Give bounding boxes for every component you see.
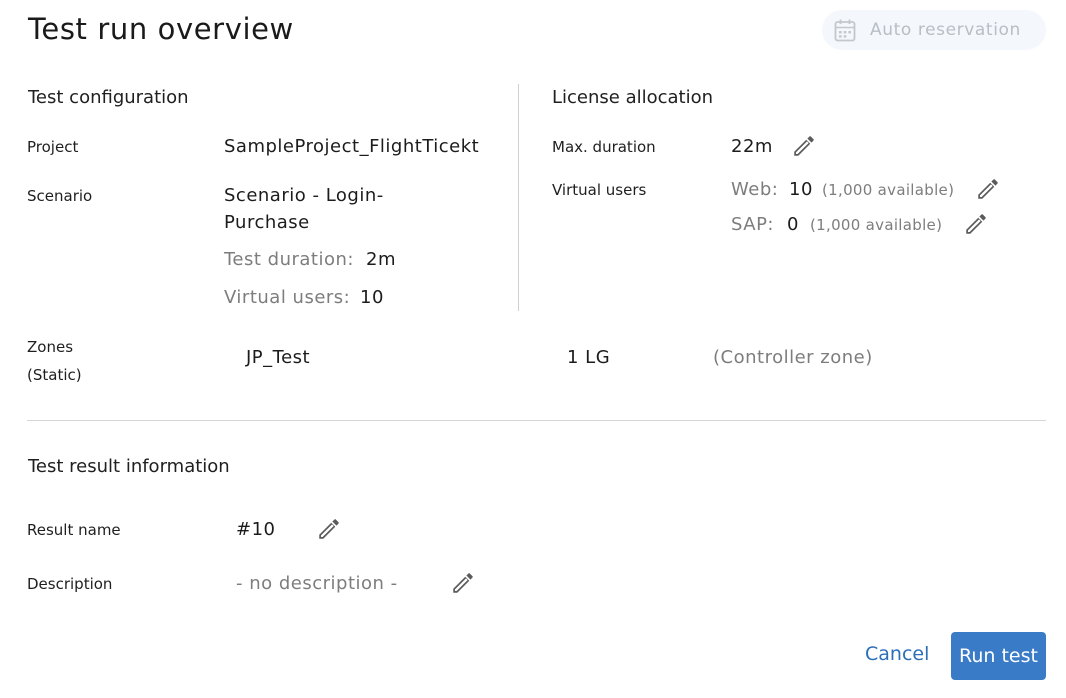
scenario-value-line2: Purchase xyxy=(224,212,310,233)
test-duration-value: 2m xyxy=(366,249,396,270)
calendar-icon xyxy=(834,19,856,42)
auto-reservation-button[interactable]: Auto reservation xyxy=(822,10,1046,50)
description-value: - no description - xyxy=(236,573,398,594)
page-title: Test run overview xyxy=(28,12,294,46)
edit-description-pencil-icon[interactable] xyxy=(450,570,476,596)
zones-sublabel: (Static) xyxy=(27,366,82,384)
zones-label: Zones xyxy=(27,338,74,356)
test-configuration-heading: Test configuration xyxy=(28,87,189,108)
zone-lg-count: 1 LG xyxy=(567,347,611,368)
sap-label: SAP: xyxy=(731,214,774,235)
virtual-users-value: 10 xyxy=(360,287,384,308)
virtual-users-license-label: Virtual users xyxy=(552,181,647,199)
section-divider xyxy=(27,420,1046,421)
cancel-button[interactable]: Cancel xyxy=(865,643,929,665)
run-test-button[interactable]: Run test xyxy=(951,632,1046,680)
sap-available: (1,000 available) xyxy=(810,216,943,234)
result-name-value: #10 xyxy=(236,519,276,540)
project-value: SampleProject_FlightTicekt xyxy=(224,136,480,157)
web-label: Web: xyxy=(731,179,779,200)
test-result-heading: Test result information xyxy=(28,456,230,477)
zone-name: JP_Test xyxy=(246,347,311,368)
scenario-value-line1: Scenario - Login- xyxy=(224,185,384,206)
description-label: Description xyxy=(27,575,113,593)
zone-type: (Controller zone) xyxy=(713,347,873,368)
web-available: (1,000 available) xyxy=(822,181,955,199)
max-duration-value: 22m xyxy=(731,136,773,157)
edit-max-duration-pencil-icon[interactable] xyxy=(791,133,817,159)
max-duration-label: Max. duration xyxy=(552,138,656,156)
run-test-label: Run test xyxy=(959,645,1038,667)
virtual-users-label: Virtual users: xyxy=(224,287,351,308)
web-value: 10 xyxy=(789,179,813,200)
license-allocation-heading: License allocation xyxy=(552,87,714,108)
test-duration-label: Test duration: xyxy=(224,249,354,270)
column-divider xyxy=(518,84,519,311)
scenario-label: Scenario xyxy=(27,187,93,205)
project-label: Project xyxy=(27,138,79,156)
auto-reservation-label: Auto reservation xyxy=(870,20,1021,40)
edit-result-name-pencil-icon[interactable] xyxy=(316,516,342,542)
edit-web-users-pencil-icon[interactable] xyxy=(975,176,1001,202)
edit-sap-users-pencil-icon[interactable] xyxy=(963,211,989,237)
result-name-label: Result name xyxy=(27,521,121,539)
sap-value: 0 xyxy=(787,214,799,235)
